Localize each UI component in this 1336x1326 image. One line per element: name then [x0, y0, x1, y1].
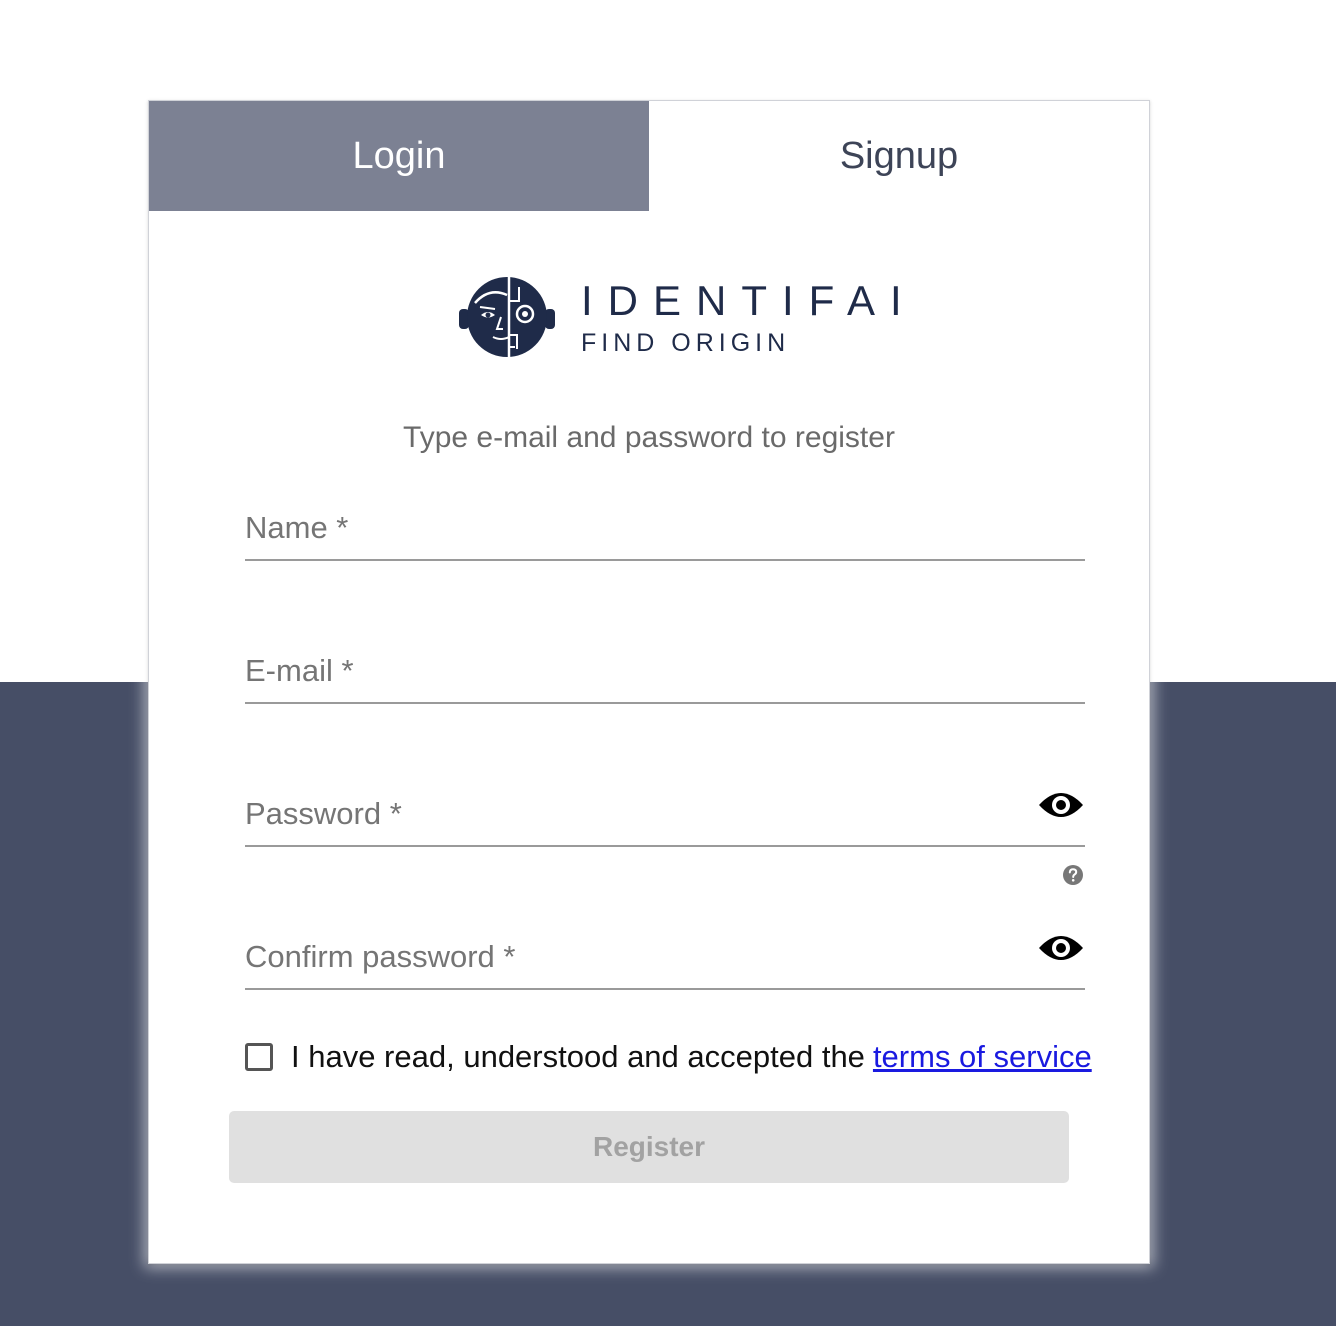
email-field	[245, 642, 1085, 704]
terms-label: I have read, understood and accepted the	[291, 1039, 865, 1074]
confirm-password-input[interactable]	[245, 928, 1025, 986]
logo-wordmark: IDENTIFAI	[581, 277, 917, 324]
tab-signup[interactable]: Signup	[649, 101, 1149, 211]
name-field	[245, 499, 1085, 561]
question-circle-icon[interactable]	[1062, 864, 1084, 886]
register-button[interactable]: Register	[229, 1111, 1069, 1183]
terms-row: I have read, understood and accepted the…	[245, 1039, 1092, 1075]
identifai-logo: IDENTIFAI FIND ORIGIN	[457, 265, 902, 365]
terms-checkbox[interactable]	[245, 1043, 273, 1071]
tab-login[interactable]: Login	[149, 101, 649, 211]
eye-icon[interactable]	[1037, 785, 1085, 825]
form-subtitle: Type e-mail and password to register	[403, 421, 895, 454]
half-human-half-robot-face-icon	[459, 275, 555, 359]
name-input[interactable]	[245, 499, 1025, 557]
email-input[interactable]	[245, 642, 1025, 700]
password-field	[245, 785, 1085, 847]
confirm-password-field	[245, 928, 1085, 990]
signup-card: Login Signup IDENTIFAI FIND ORIGIN Type …	[148, 100, 1150, 1264]
eye-icon[interactable]	[1037, 928, 1085, 968]
password-input[interactable]	[245, 785, 1025, 843]
auth-tabs: Login Signup	[149, 101, 1149, 211]
terms-of-service-link[interactable]: terms of service	[873, 1039, 1092, 1075]
logo-tagline: FIND ORIGIN	[581, 329, 791, 357]
